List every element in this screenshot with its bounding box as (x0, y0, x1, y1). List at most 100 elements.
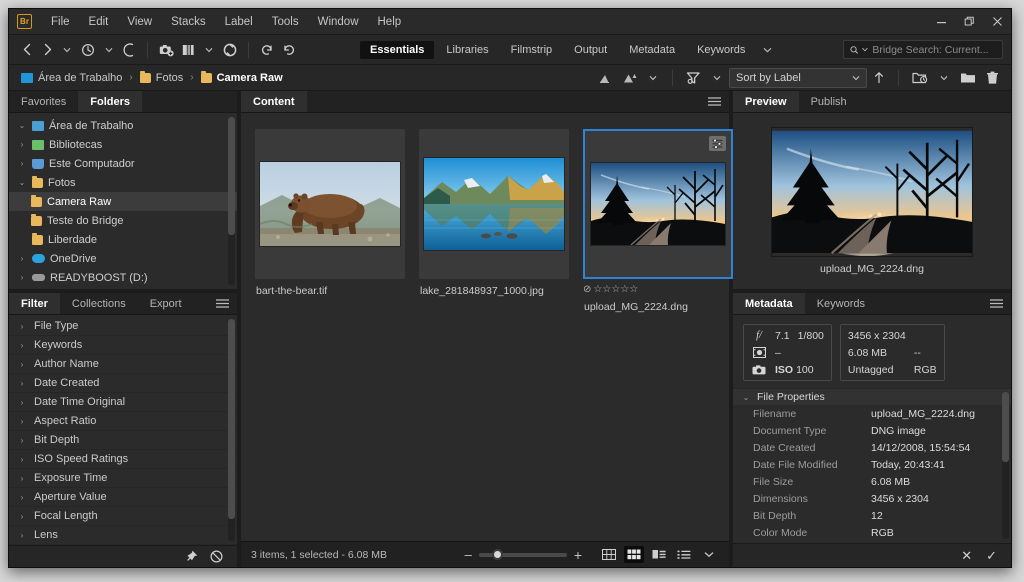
menu-item-edit[interactable]: Edit (80, 13, 118, 31)
tree-item-liberdade[interactable]: Liberdade (9, 230, 237, 249)
view-mode-thumbnail-button[interactable] (624, 546, 644, 563)
twisty-icon[interactable]: › (17, 493, 27, 502)
metadata-group-file-properties[interactable]: ⌄ File Properties (733, 388, 1011, 405)
twisty-icon[interactable]: › (17, 159, 27, 168)
metadata-row[interactable]: Color Mode RGB (733, 524, 1011, 541)
new-folder-icon[interactable] (956, 67, 980, 89)
restore-button[interactable] (955, 9, 983, 34)
filter-item-exposure-time[interactable]: › Exposure Time (9, 469, 237, 488)
tab-publish[interactable]: Publish (799, 91, 859, 112)
forward-arrow-icon[interactable] (37, 39, 57, 61)
filter-item-keywords[interactable]: › Keywords (9, 336, 237, 355)
menu-item-label[interactable]: Label (216, 13, 262, 31)
open-recent-caret-icon[interactable] (934, 67, 954, 89)
twisty-icon[interactable]: › (17, 455, 27, 464)
workspace-overflow-caret-icon[interactable] (757, 39, 777, 61)
metadata-row[interactable]: Date Created 14/12/2008, 15:54:54 (733, 439, 1011, 456)
twisty-icon[interactable]: › (17, 474, 27, 483)
workspace-essentials[interactable]: Essentials (360, 40, 435, 59)
rating-filter-icon[interactable] (595, 67, 617, 89)
tab-metadata[interactable]: Metadata (733, 293, 805, 314)
tree-item-este-computador[interactable]: › Este Computador (9, 154, 237, 173)
pin-icon[interactable] (185, 550, 198, 563)
twisty-icon[interactable]: ⌄ (17, 121, 27, 130)
metadata-scrollbar[interactable] (1002, 392, 1009, 539)
metadata-row[interactable]: Document Type DNG image (733, 422, 1011, 439)
tab-collections[interactable]: Collections (60, 293, 138, 314)
preview-image[interactable] (772, 128, 972, 256)
clear-filter-icon[interactable] (210, 550, 223, 563)
filter-item-file-type[interactable]: › File Type (9, 317, 237, 336)
metadata-row[interactable]: Filename upload_MG_2224.dng (733, 405, 1011, 422)
workspace-output[interactable]: Output (564, 41, 617, 59)
recent-dropdown-caret-icon[interactable] (99, 39, 119, 61)
apply-button[interactable]: ✓ (986, 548, 997, 564)
menu-item-help[interactable]: Help (369, 13, 411, 31)
tab-keywords[interactable]: Keywords (805, 293, 877, 314)
search-box[interactable] (843, 40, 1003, 59)
photo-downloader-icon[interactable] (155, 39, 178, 61)
rating-filter-menu-icon[interactable] (619, 67, 641, 89)
view-mode-grid-button[interactable] (599, 546, 619, 563)
tree-item-bibliotecas[interactable]: › Bibliotecas (9, 135, 237, 154)
thumbnail-item[interactable]: lake_281848937_1000.jpg (419, 129, 569, 297)
metadata-row[interactable]: Date File Modified Today, 20:43:41 (733, 456, 1011, 473)
menu-item-view[interactable]: View (118, 13, 161, 31)
rotate-counterclockwise-icon[interactable] (256, 39, 278, 61)
view-mode-details-button[interactable] (649, 546, 669, 563)
twisty-icon[interactable]: › (17, 379, 27, 388)
filter-items-caret-icon[interactable] (707, 67, 727, 89)
rating-stars[interactable]: ⊘ ☆☆☆☆☆ (583, 284, 733, 295)
view-mode-list-button[interactable] (674, 546, 694, 563)
content-panel-menu-icon[interactable] (700, 91, 729, 112)
search-input[interactable] (872, 43, 996, 56)
metadata-row[interactable]: Bit Depth 12 (733, 507, 1011, 524)
sort-by-dropdown[interactable]: Sort by Label (729, 67, 867, 88)
thumbnail-item[interactable]: bart-the-bear.tif (255, 129, 405, 297)
reveal-icon[interactable] (119, 39, 140, 61)
filter-items-icon[interactable] (682, 67, 705, 89)
breadcrumb-desktop[interactable]: Área de Trabalho (17, 70, 126, 86)
camera-raw-icon[interactable] (219, 39, 241, 61)
filter-item-focal-length[interactable]: › Focal Length (9, 507, 237, 526)
slider-knob[interactable] (491, 548, 503, 560)
filter-item-author-name[interactable]: › Author Name (9, 355, 237, 374)
menu-item-tools[interactable]: Tools (263, 13, 308, 31)
twisty-icon[interactable]: › (17, 531, 27, 540)
tree-item-area-de-trabalho[interactable]: ⌄ Área de Trabalho (9, 116, 237, 135)
metadata-row[interactable]: Color ProfileUntagged (733, 541, 1011, 543)
thumbnail-image-box[interactable] (255, 129, 405, 279)
filter-item-lens[interactable]: › Lens (9, 526, 237, 545)
twisty-icon[interactable]: › (17, 140, 27, 149)
recent-history-icon[interactable] (77, 39, 99, 61)
tab-export[interactable]: Export (138, 293, 194, 314)
filter-item-aspect-ratio[interactable]: › Aspect Ratio (9, 412, 237, 431)
twisty-icon[interactable]: ⌄ (741, 393, 751, 402)
tree-item-readyboost[interactable]: › READYBOOST (D:) (9, 268, 237, 287)
camera-raw-badge-icon[interactable] (709, 136, 726, 151)
filter-item-aperture-value[interactable]: › Aperture Value (9, 488, 237, 507)
view-options-caret-icon[interactable] (699, 546, 719, 563)
tab-preview[interactable]: Preview (733, 91, 799, 112)
twisty-icon[interactable]: › (17, 417, 27, 426)
reject-icon[interactable]: ⊘ (583, 284, 591, 295)
menu-item-file[interactable]: File (42, 13, 79, 31)
twisty-icon[interactable]: › (17, 254, 27, 263)
menu-item-stacks[interactable]: Stacks (162, 13, 215, 31)
tab-filter[interactable]: Filter (9, 293, 60, 314)
filter-item-date-created[interactable]: › Date Created (9, 374, 237, 393)
tree-item-fotos[interactable]: ⌄ Fotos (9, 173, 237, 192)
thumbnail-size-slider[interactable] (478, 548, 567, 560)
workspace-metadata[interactable]: Metadata (619, 41, 685, 59)
scrollbar-thumb[interactable] (228, 319, 235, 519)
filter-panel-menu-icon[interactable] (208, 293, 237, 314)
twisty-icon[interactable]: › (17, 322, 27, 331)
workspace-libraries[interactable]: Libraries (436, 41, 498, 59)
open-recent-icon[interactable] (908, 67, 932, 89)
back-arrow-icon[interactable] (17, 39, 37, 61)
twisty-icon[interactable]: ⌄ (17, 178, 27, 187)
metadata-panel-menu-icon[interactable] (982, 293, 1011, 314)
filter-item-date-time-original[interactable]: › Date Time Original (9, 393, 237, 412)
minimize-button[interactable] (927, 9, 955, 34)
twisty-icon[interactable]: › (17, 512, 27, 521)
